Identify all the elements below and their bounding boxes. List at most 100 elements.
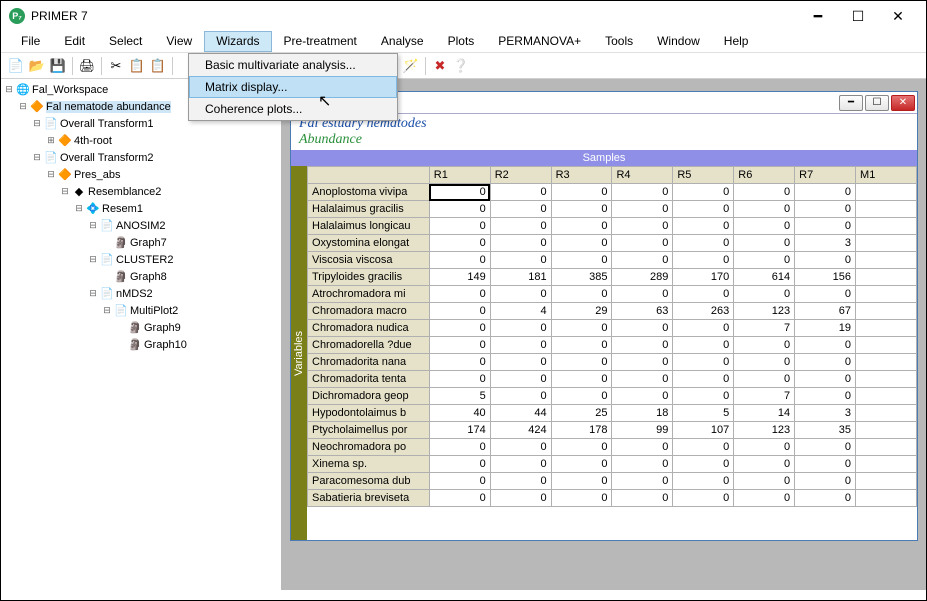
grid-cell[interactable] — [856, 337, 917, 354]
column-header[interactable]: R1 — [429, 167, 490, 184]
column-header[interactable]: R3 — [551, 167, 612, 184]
grid-cell[interactable]: 0 — [490, 371, 551, 388]
grid-cell[interactable]: 0 — [490, 218, 551, 235]
tree-expander-icon[interactable]: ⊟ — [3, 84, 15, 96]
grid-cell[interactable]: 0 — [490, 354, 551, 371]
grid-cell[interactable]: 0 — [795, 337, 856, 354]
tree-expander-icon[interactable]: ⊟ — [31, 152, 43, 164]
tree-node[interactable]: 🗿Graph8 — [3, 268, 279, 285]
grid-cell[interactable]: 0 — [795, 286, 856, 303]
grid-cell[interactable]: 0 — [490, 439, 551, 456]
grid-cell[interactable]: 0 — [490, 320, 551, 337]
grid-cell[interactable]: 0 — [429, 218, 490, 235]
row-header[interactable]: Tripyloides gracilis — [308, 269, 430, 286]
row-header[interactable]: Chromadora nudica — [308, 320, 430, 337]
open-icon[interactable]: 📂 — [28, 57, 46, 75]
copy-icon[interactable]: 📋 — [128, 57, 146, 75]
grid-cell[interactable]: 0 — [429, 201, 490, 218]
grid-cell[interactable]: 29 — [551, 303, 612, 320]
menu-pre-treatment[interactable]: Pre-treatment — [272, 31, 369, 52]
grid-cell[interactable]: 0 — [429, 473, 490, 490]
delete-icon[interactable]: ✖ — [431, 57, 449, 75]
tree-expander-icon[interactable]: ⊟ — [45, 169, 57, 181]
grid-cell[interactable]: 0 — [734, 473, 795, 490]
grid-cell[interactable]: 0 — [795, 252, 856, 269]
tree-node[interactable]: 🗿Graph9 — [3, 319, 279, 336]
grid-cell[interactable]: 4 — [490, 303, 551, 320]
grid-cell[interactable]: 0 — [612, 252, 673, 269]
grid-cell[interactable] — [856, 252, 917, 269]
tree-expander-icon[interactable]: ⊟ — [31, 118, 43, 130]
tree-node[interactable]: ⊞🔶4th-root — [3, 132, 279, 149]
grid-cell[interactable]: 0 — [429, 371, 490, 388]
grid-cell[interactable]: 0 — [429, 337, 490, 354]
row-header[interactable]: Xinema sp. — [308, 456, 430, 473]
help-icon[interactable]: ❔ — [452, 57, 470, 75]
paste-icon[interactable]: 📋 — [149, 57, 167, 75]
grid-cell[interactable]: 0 — [551, 456, 612, 473]
column-header[interactable]: M1 — [856, 167, 917, 184]
tree-panel[interactable]: ⊟🌐Fal_Workspace⊟🔶Fal nematode abundance⊟… — [1, 79, 281, 590]
grid-cell[interactable]: 0 — [551, 439, 612, 456]
grid-cell[interactable] — [856, 439, 917, 456]
column-header[interactable]: R2 — [490, 167, 551, 184]
grid-cell[interactable]: 63 — [612, 303, 673, 320]
cut-icon[interactable]: ✂ — [107, 57, 125, 75]
grid-cell[interactable] — [856, 184, 917, 201]
column-header[interactable]: R7 — [795, 167, 856, 184]
grid-cell[interactable]: 0 — [429, 303, 490, 320]
grid-cell[interactable]: 0 — [673, 456, 734, 473]
grid-cell[interactable]: 0 — [612, 286, 673, 303]
tree-expander-icon[interactable]: ⊟ — [73, 203, 85, 215]
grid-cell[interactable]: 0 — [673, 490, 734, 507]
tree-expander-icon[interactable]: ⊟ — [87, 254, 99, 266]
grid-cell[interactable]: 170 — [673, 269, 734, 286]
grid-cell[interactable]: 0 — [551, 354, 612, 371]
grid-cell[interactable] — [856, 286, 917, 303]
grid-cell[interactable] — [856, 490, 917, 507]
grid-cell[interactable]: 0 — [551, 235, 612, 252]
new-icon[interactable]: 📄 — [7, 57, 25, 75]
grid-cell[interactable]: 614 — [734, 269, 795, 286]
grid-cell[interactable]: 0 — [429, 354, 490, 371]
grid-cell[interactable] — [856, 371, 917, 388]
menu-edit[interactable]: Edit — [52, 31, 97, 52]
wand-icon[interactable]: 🪄 — [402, 57, 420, 75]
grid-cell[interactable]: 44 — [490, 405, 551, 422]
grid-cell[interactable]: 0 — [795, 490, 856, 507]
grid-cell[interactable]: 0 — [429, 252, 490, 269]
grid-cell[interactable]: 0 — [795, 354, 856, 371]
grid-cell[interactable]: 149 — [429, 269, 490, 286]
grid-cell[interactable]: 0 — [795, 218, 856, 235]
row-header[interactable]: Paracomesoma dub — [308, 473, 430, 490]
grid-cell[interactable]: 0 — [673, 388, 734, 405]
grid-cell[interactable]: 0 — [551, 201, 612, 218]
tree-expander-icon[interactable]: ⊟ — [17, 101, 29, 113]
row-header[interactable]: Halalaimus gracilis — [308, 201, 430, 218]
row-header[interactable]: Chromadorita nana — [308, 354, 430, 371]
row-header[interactable]: Dichromadora geop — [308, 388, 430, 405]
grid-cell[interactable] — [856, 320, 917, 337]
row-header[interactable]: Viscosia viscosa — [308, 252, 430, 269]
menu-select[interactable]: Select — [97, 31, 154, 52]
grid-cell[interactable]: 0 — [551, 388, 612, 405]
save-icon[interactable]: 💾 — [49, 57, 67, 75]
tree-expander-icon[interactable]: ⊟ — [59, 186, 71, 198]
grid-cell[interactable]: 0 — [551, 473, 612, 490]
column-header[interactable]: R6 — [734, 167, 795, 184]
row-header[interactable]: Atrochromadora mi — [308, 286, 430, 303]
grid-cell[interactable]: 0 — [551, 490, 612, 507]
grid-cell[interactable]: 0 — [490, 456, 551, 473]
grid-cell[interactable]: 0 — [490, 490, 551, 507]
grid-cell[interactable]: 0 — [612, 456, 673, 473]
grid-cell[interactable]: 0 — [490, 337, 551, 354]
grid-cell[interactable]: 67 — [795, 303, 856, 320]
grid-cell[interactable]: 0 — [734, 252, 795, 269]
row-header[interactable]: Ptycholaimellus por — [308, 422, 430, 439]
grid-cell[interactable]: 0 — [673, 337, 734, 354]
grid-cell[interactable]: 123 — [734, 422, 795, 439]
grid-cell[interactable] — [856, 218, 917, 235]
grid-cell[interactable]: 7 — [734, 320, 795, 337]
grid-cell[interactable]: 0 — [612, 201, 673, 218]
grid-cell[interactable]: 40 — [429, 405, 490, 422]
